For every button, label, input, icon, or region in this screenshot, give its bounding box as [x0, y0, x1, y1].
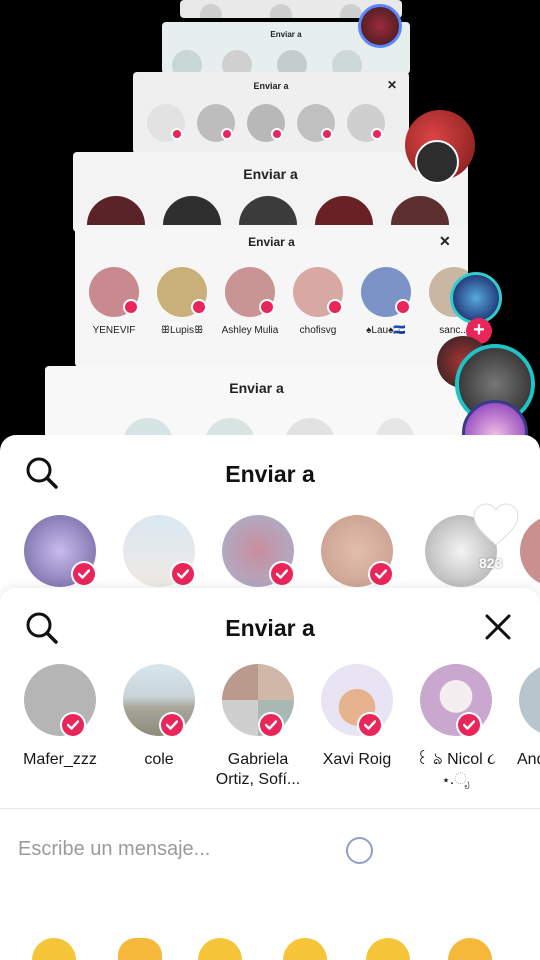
- check-icon: [71, 561, 97, 587]
- ghost-sheet-4: Enviar a: [73, 152, 468, 232]
- smiling-face-with-hearts-emoji[interactable]: [32, 938, 76, 960]
- contact-name: Xavi Roig: [322, 751, 392, 768]
- ghost-sheet-title: Enviar a: [253, 81, 289, 91]
- floating-avatar: [358, 4, 402, 48]
- like-count: 823: [479, 555, 503, 571]
- loading-spinner-icon: [346, 837, 373, 864]
- check-icon: [258, 712, 284, 738]
- check-icon: [395, 299, 411, 315]
- ghost-sheet-6: Enviar a: [45, 366, 468, 446]
- ghost-contact-name: ♠Lau♠🇸🇻: [366, 325, 406, 336]
- contact-avatar[interactable]: [520, 515, 540, 587]
- avatar[interactable]: [222, 664, 294, 738]
- ghost-sheet-5: Enviar a ✕ YENEVIF ꕥLupisꕥ Ashley Mulia …: [75, 225, 468, 367]
- check-icon: [269, 561, 295, 587]
- close-icon: ✕: [387, 78, 398, 92]
- check-icon: [159, 712, 185, 738]
- thumbs-up-emoji[interactable]: [118, 938, 162, 960]
- ghost-contact-name: chofisvg: [299, 325, 337, 336]
- check-icon: [327, 299, 343, 315]
- contact-item[interactable]: ꒰ ঌ Nicol ૮ ⋆.ೃ: [406, 664, 506, 790]
- ghost-avatar: [200, 4, 222, 18]
- contact-name: cole: [144, 751, 174, 768]
- floating-avatar: [415, 140, 459, 184]
- avatar[interactable]: [123, 664, 195, 738]
- check-icon: [456, 712, 482, 738]
- sheet-title: Enviar a: [225, 615, 315, 641]
- contact-name: ꒰ ঌ Nicol ૮ ⋆.ೃ: [416, 751, 496, 788]
- ghost-sheet-title: Enviar a: [243, 166, 298, 182]
- check-icon: [371, 128, 383, 140]
- ghost-avatar: [172, 50, 202, 74]
- ghost-sheet-title: Enviar a: [248, 235, 295, 249]
- ghost-avatar: [222, 50, 252, 74]
- check-icon: [60, 712, 86, 738]
- check-icon: [171, 128, 183, 140]
- contact-item[interactable]: cole: [109, 664, 209, 770]
- avatar[interactable]: [24, 664, 96, 738]
- ghost-avatar: [340, 4, 362, 18]
- ghost-sheet-title: Enviar a: [229, 380, 284, 396]
- close-icon[interactable]: [483, 612, 513, 642]
- heart-icon[interactable]: [472, 503, 520, 547]
- contact-item[interactable]: And: [505, 664, 540, 770]
- ghost-avatar: [277, 50, 307, 74]
- ghost-sheet-3: Enviar a ✕: [133, 72, 409, 154]
- check-icon: [357, 712, 383, 738]
- contact-item[interactable]: Xavi Roig: [307, 664, 407, 770]
- sheet-title: Enviar a: [225, 461, 315, 487]
- face-with-tears-of-joy-emoji[interactable]: [198, 938, 242, 960]
- contact-name: Gabriela Ortiz, Sofí...: [215, 751, 301, 788]
- folded-hands-emoji[interactable]: [448, 938, 492, 960]
- message-input[interactable]: [18, 838, 318, 861]
- contact-row: [0, 515, 540, 595]
- contact-item[interactable]: Mafer_zzz: [10, 664, 110, 770]
- check-icon: [191, 299, 207, 315]
- contact-item[interactable]: Gabriela Ortiz, Sofí...: [208, 664, 308, 790]
- avatar[interactable]: [420, 664, 492, 738]
- contact-name: Mafer_zzz: [23, 751, 97, 768]
- crying-face-emoji[interactable]: [366, 938, 410, 960]
- check-icon: [259, 299, 275, 315]
- ghost-contact-name: Ashley Mulia: [221, 325, 279, 336]
- check-icon: [368, 561, 394, 587]
- avatar[interactable]: [321, 664, 393, 738]
- contact-name: And: [517, 751, 540, 768]
- ghost-avatar: [270, 4, 292, 18]
- check-icon: [170, 561, 196, 587]
- share-sheet: Enviar a Mafer_zzz cole Gabriela Ortiz, …: [0, 588, 540, 960]
- check-icon: [221, 128, 233, 140]
- ghost-avatar: [332, 50, 362, 74]
- check-icon: [321, 128, 333, 140]
- floating-avatar: [450, 272, 502, 324]
- check-icon: [271, 128, 283, 140]
- emoji-reaction-row: [0, 938, 540, 960]
- ghost-contact-name: YENEVIF: [92, 325, 136, 336]
- ghost-contact-name: ꕥLupisꕥ: [160, 325, 204, 336]
- smiling-face-with-sunglasses-emoji[interactable]: [283, 938, 327, 960]
- check-icon: [123, 299, 139, 315]
- close-icon: ✕: [439, 233, 451, 249]
- avatar[interactable]: [519, 664, 540, 736]
- divider: [0, 808, 540, 809]
